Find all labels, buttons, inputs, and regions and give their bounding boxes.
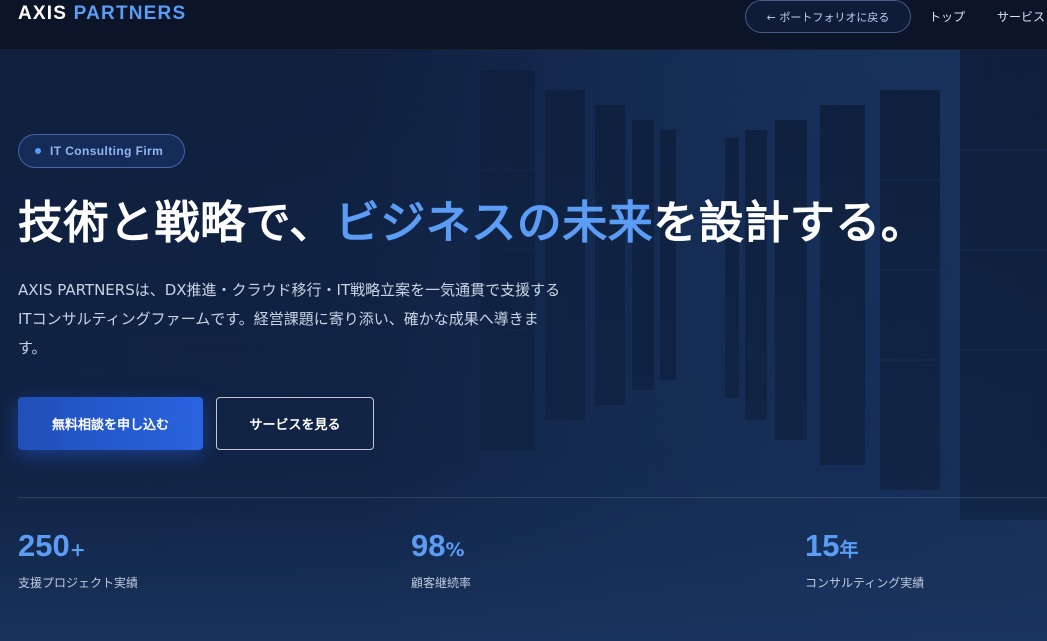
title-highlight: ビジネスの未来 bbox=[334, 196, 654, 249]
logo[interactable]: AXIS PARTNERS bbox=[18, 3, 186, 25]
view-services-button[interactable]: サービスを見る bbox=[216, 397, 374, 450]
title-part1: 技術と戦略で、 bbox=[18, 196, 335, 249]
divider bbox=[18, 497, 1047, 498]
category-badge: IT Consulting Firm bbox=[18, 134, 185, 168]
hero-title: 技術と戦略で、ビジネスの未来を設計する。 bbox=[18, 190, 926, 256]
stat-label: 顧客継続率 bbox=[411, 576, 472, 590]
stat-value: 250+ bbox=[18, 528, 138, 568]
title-part2: を設計する。 bbox=[653, 196, 927, 249]
stat-number: 250 bbox=[18, 528, 70, 563]
dot-icon bbox=[35, 148, 41, 154]
free-consultation-button[interactable]: 無料相談を申し込む bbox=[18, 397, 203, 450]
badge-label: IT Consulting Firm bbox=[50, 144, 164, 158]
stat-label: コンサルティング実績 bbox=[805, 576, 925, 590]
nav-link-services[interactable]: サービス bbox=[997, 8, 1045, 25]
stat-value: 15年 bbox=[805, 528, 924, 568]
stat-projects: 250+ 支援プロジェクト実績 bbox=[18, 528, 138, 591]
stat-number: 98 bbox=[411, 528, 446, 563]
stat-suffix: % bbox=[445, 539, 465, 561]
stat-value: 98% bbox=[411, 528, 471, 568]
hero-description: AXIS PARTNERSは、DX推進・クラウド移行・IT戦略立案を一気通貫で支… bbox=[18, 281, 561, 357]
stat-years: 15年 コンサルティング実績 bbox=[805, 528, 924, 591]
logo-part2: PARTNERS bbox=[73, 3, 187, 24]
stat-suffix: 年 bbox=[839, 539, 859, 561]
stat-label: 支援プロジェクト実績 bbox=[18, 576, 139, 590]
logo-part1: AXIS bbox=[18, 3, 68, 24]
page: AXIS PARTNERS ← ポートフォリオに戻る トップ サービス IT C… bbox=[0, 0, 1047, 641]
stat-retention: 98% 顧客継続率 bbox=[411, 528, 471, 591]
stat-suffix: + bbox=[69, 539, 86, 561]
back-to-portfolio-button[interactable]: ← ポートフォリオに戻る bbox=[745, 0, 911, 33]
nav-link-top[interactable]: トップ bbox=[929, 8, 965, 25]
stat-number: 15 bbox=[805, 528, 840, 563]
site-header: AXIS PARTNERS ← ポートフォリオに戻る トップ サービス bbox=[0, 0, 1047, 50]
